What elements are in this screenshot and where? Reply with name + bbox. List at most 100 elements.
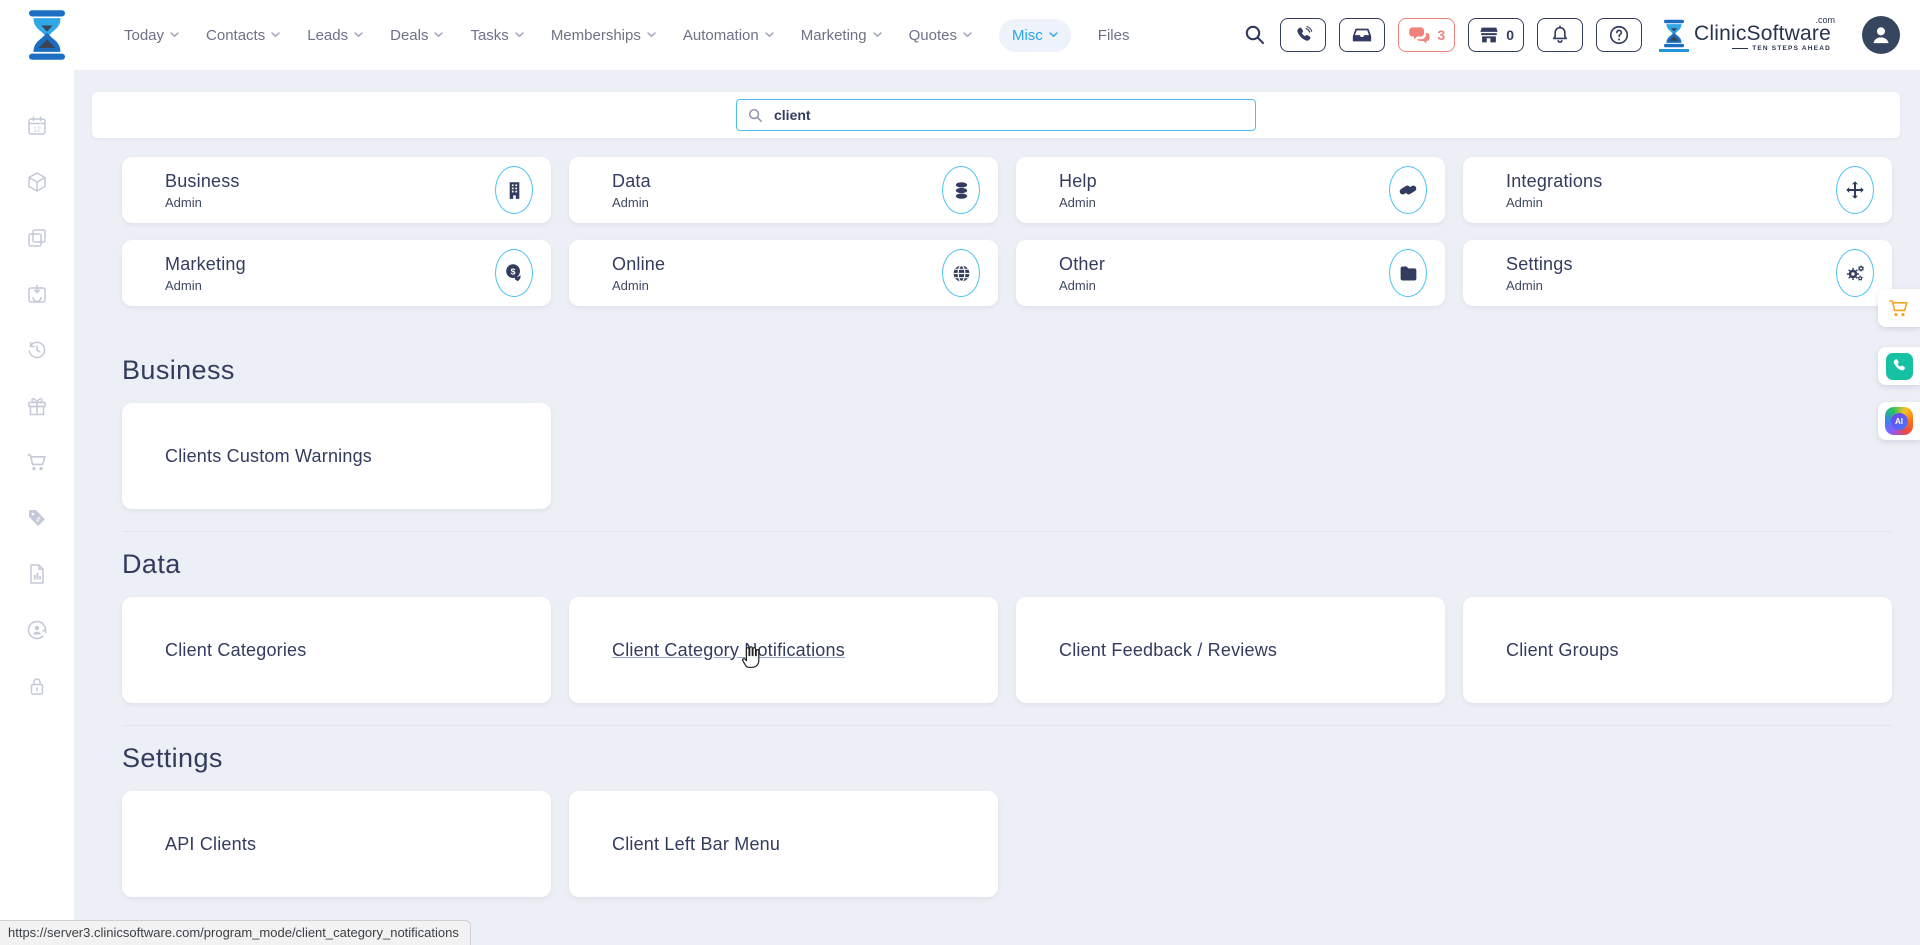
menu-item-marketing[interactable]: Marketing [801,27,882,44]
chevron-down-icon [1049,32,1058,38]
calendar-checkin-icon[interactable] [25,282,49,306]
link-card-client-categories[interactable]: Client Categories [122,597,551,703]
help-button[interactable] [1596,18,1642,52]
section-heading: Data [122,549,1892,580]
category-title: Settings [1506,254,1836,275]
main-menu: Today Contacts Leads Deals Tasks Members… [124,19,1129,52]
category-subtitle: Admin [612,195,942,210]
menu-item-today[interactable]: Today [124,27,179,44]
category-title: Other [1059,254,1389,275]
menu-item-deals[interactable]: Deals [390,27,443,44]
phone-button[interactable] [1280,18,1326,52]
category-card-other[interactable]: OtherAdmin [1016,240,1445,306]
module-search-input[interactable] [772,106,1245,124]
chevron-down-icon [963,32,972,38]
section-links: API Clients Client Left Bar Menu [122,791,1892,897]
chat-button[interactable]: 3 [1398,18,1455,52]
chevron-down-icon [434,32,443,38]
category-card-integrations[interactable]: IntegrationsAdmin [1463,157,1892,223]
category-subtitle: Admin [165,195,495,210]
category-card-settings[interactable]: Settings Admin [1463,240,1892,306]
floating-phone-widget[interactable] [1878,347,1920,385]
menu-item-automation[interactable]: Automation [683,27,774,44]
section-business: Business Clients Custom Warnings [122,355,1892,509]
calendar-icon[interactable] [25,114,49,138]
lock-icon[interactable] [25,674,49,698]
category-card-data[interactable]: Data Admin [569,157,998,223]
menu-label: Memberships [551,27,641,44]
link-label: Client Groups [1506,640,1619,661]
app-logo-hourglass-icon[interactable] [20,4,74,66]
category-subtitle: Admin [1506,278,1836,293]
menu-label: Tasks [470,27,508,44]
link-label: API Clients [165,834,256,855]
clinicsoftware-brand[interactable]: .com ClinicSoftware TEN STEPS AHEAD [1659,18,1845,52]
layers-icon[interactable] [25,226,49,250]
search-icon [747,107,764,124]
cart-icon [1887,296,1911,320]
brand-text: .com ClinicSoftware TEN STEPS AHEAD [1694,23,1845,53]
link-label: Clients Custom Warnings [165,446,372,467]
question-circle-icon [1608,24,1630,46]
package-icon[interactable] [25,170,49,194]
section-heading: Business [122,355,1892,386]
link-card-client-groups[interactable]: Client Groups [1463,597,1892,703]
cart-icon[interactable] [25,450,49,474]
store-button[interactable]: 0 [1468,18,1524,52]
price-tag-icon[interactable] [25,506,49,530]
link-card-client-left-bar-menu[interactable]: Client Left Bar Menu [569,791,998,897]
user-avatar[interactable] [1862,16,1900,54]
chevron-down-icon [271,32,280,38]
user-sync-icon[interactable] [25,618,49,642]
link-card-client-category-notifications[interactable]: Client Category Notifications [569,597,998,703]
category-card-marketing[interactable]: MarketingAdmin [122,240,551,306]
report-icon[interactable] [25,562,49,586]
section-links: Clients Custom Warnings [122,403,1892,509]
brand-hourglass-icon [1659,18,1689,52]
menu-item-quotes[interactable]: Quotes [909,27,972,44]
gears-icon [1836,249,1874,297]
category-card-help[interactable]: HelpAdmin [1016,157,1445,223]
menu-item-memberships[interactable]: Memberships [551,27,656,44]
building-icon [495,166,533,214]
menu-label: Contacts [206,27,265,44]
floating-ai-widget[interactable]: AI [1878,402,1920,440]
database-icon [942,166,980,214]
inbox-icon [1351,24,1373,46]
category-card-online[interactable]: OnlineAdmin [569,240,998,306]
category-title: Data [612,171,942,192]
link-card-client-feedback-reviews[interactable]: Client Feedback / Reviews [1016,597,1445,703]
menu-item-files[interactable]: Files [1098,27,1130,44]
notifications-button[interactable] [1537,18,1583,52]
link-label: Client Feedback / Reviews [1059,640,1277,661]
browser-status-url: https://server3.clinicsoftware.com/progr… [0,920,471,945]
menu-item-contacts[interactable]: Contacts [206,27,280,44]
gift-icon[interactable] [25,394,49,418]
menu-item-leads[interactable]: Leads [307,27,363,44]
left-sidebar [0,70,74,945]
main-content: Business Admin Data Admin HelpAdmin Integr… [92,92,1900,897]
search-icon[interactable] [1243,23,1267,47]
link-card-clients-custom-warnings[interactable]: Clients Custom Warnings [122,403,551,509]
chat-bubbles-icon [1408,24,1431,47]
category-subtitle: Admin [1506,195,1836,210]
content-inner: Business Admin Data Admin HelpAdmin Integr… [122,157,1892,897]
category-title: Business [165,171,495,192]
chevron-down-icon [170,32,179,38]
link-label: Client Categories [165,640,306,661]
category-card-business[interactable]: Business Admin [122,157,551,223]
person-icon [1868,22,1894,48]
chevron-down-icon [515,32,524,38]
section-links: Client Categories Client Category Notifi… [122,597,1892,703]
link-label: Client Category Notifications [612,640,845,661]
menu-item-misc[interactable]: Misc [999,19,1071,52]
top-navbar: Today Contacts Leads Deals Tasks Members… [0,0,1920,70]
menu-item-tasks[interactable]: Tasks [470,27,523,44]
inbox-button[interactable] [1339,18,1385,52]
bell-icon [1549,24,1571,46]
link-card-api-clients[interactable]: API Clients [122,791,551,897]
menu-label: Quotes [909,27,957,44]
floating-cart-widget[interactable] [1878,289,1920,327]
chevron-down-icon [354,32,363,38]
history-icon[interactable] [25,338,49,362]
